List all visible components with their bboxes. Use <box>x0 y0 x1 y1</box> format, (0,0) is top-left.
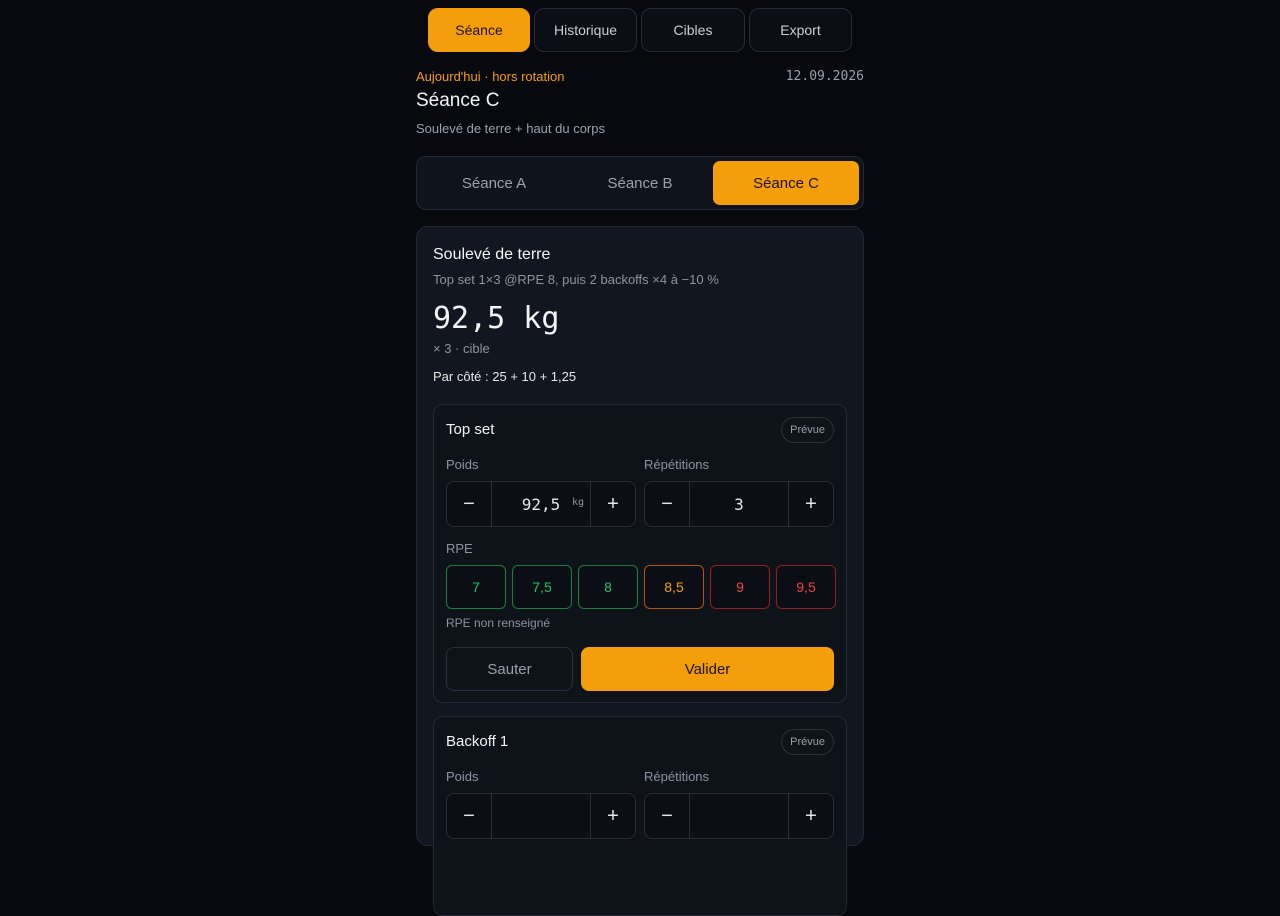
validate-button[interactable]: Valider <box>581 647 834 691</box>
reps-increment-button[interactable]: + <box>788 482 833 526</box>
reps-increment-button[interactable]: + <box>788 794 833 838</box>
skip-button[interactable]: Sauter <box>446 647 573 691</box>
plus-icon: + <box>805 492 817 515</box>
rpe-note: RPE non renseigné <box>446 616 551 630</box>
rpe-option-8[interactable]: 8 <box>578 565 638 609</box>
plus-icon: + <box>607 492 619 515</box>
rpe-option-9[interactable]: 9 <box>710 565 770 609</box>
weight-label: Poids <box>446 769 479 784</box>
plus-icon: + <box>805 804 817 827</box>
reps-input[interactable] <box>690 794 788 838</box>
plate-breakdown: Par côté : 25 + 10 + 1,25 <box>433 369 577 384</box>
status-badge: Prévue <box>781 729 834 755</box>
minus-icon: − <box>661 492 673 515</box>
weight-input[interactable]: 92,5 kg <box>492 482 590 526</box>
rpe-option-7[interactable]: 7 <box>446 565 506 609</box>
reps-decrement-button[interactable]: − <box>645 794 690 838</box>
session-tab-c[interactable]: Séance C <box>713 161 859 205</box>
page-title: Séance C <box>416 90 500 111</box>
exercise-card: Soulevé de terre Top set 1×3 @RPE 8, pui… <box>416 226 864 916</box>
today-label: Aujourd'hui · hors rotation <box>416 69 565 84</box>
weight-decrement-button[interactable]: − <box>447 482 492 526</box>
rpe-option-8-5[interactable]: 8,5 <box>644 565 704 609</box>
minus-icon: − <box>463 804 475 827</box>
rpe-label: RPE <box>446 541 473 556</box>
weight-input[interactable] <box>492 794 590 838</box>
session-date: 12.09.2026 <box>785 69 864 84</box>
status-badge: Prévue <box>781 417 834 443</box>
rpe-selector: 7 7,5 8 8,5 9 9,5 <box>446 565 836 609</box>
reps-label: Répétitions <box>644 457 710 472</box>
set-card-top-set: Top set Prévue Poids − 92,5 kg + Répétit… <box>433 404 847 703</box>
weight-label: Poids <box>446 457 479 472</box>
reps-label: Répétitions <box>644 769 710 784</box>
nav-tab-seance[interactable]: Séance <box>428 8 530 52</box>
nav-tab-cibles[interactable]: Cibles <box>641 8 745 52</box>
exercise-name: Soulevé de terre <box>433 246 551 263</box>
target-weight: 92,5 kg <box>433 301 560 336</box>
set-card-backoff-1: Backoff 1 Prévue Poids − + Répétitions −… <box>433 716 847 916</box>
reps-decrement-button[interactable]: − <box>645 482 690 526</box>
rpe-option-7-5[interactable]: 7,5 <box>512 565 572 609</box>
exercise-scheme: Top set 1×3 @RPE 8, puis 2 backoffs ×4 à… <box>433 272 719 287</box>
weight-increment-button[interactable]: + <box>590 794 635 838</box>
weight-value: 92,5 <box>521 494 561 514</box>
set-title: Top set <box>446 421 495 438</box>
weight-increment-button[interactable]: + <box>590 482 635 526</box>
minus-icon: − <box>661 804 673 827</box>
session-tab-b[interactable]: Séance B <box>567 161 713 205</box>
session-selector: Séance A Séance B Séance C <box>416 156 864 210</box>
weight-stepper: − 92,5 kg + <box>446 481 636 527</box>
minus-icon: − <box>463 492 475 515</box>
reps-input[interactable]: 3 <box>690 482 788 526</box>
rpe-option-9-5[interactable]: 9,5 <box>776 565 836 609</box>
set-title: Backoff 1 <box>446 733 509 750</box>
session-meta: Aujourd'hui · hors rotation 12.09.2026 <box>416 69 864 87</box>
session-description: Soulevé de terre + haut du corps <box>416 121 605 136</box>
plus-icon: + <box>607 804 619 827</box>
reps-stepper: − 3 + <box>644 481 834 527</box>
weight-unit: kg <box>571 497 584 508</box>
main-nav: Séance Historique Cibles Export <box>428 8 852 52</box>
reps-value: 3 <box>734 494 744 514</box>
target-reps: × 3 · cible <box>433 341 490 356</box>
weight-decrement-button[interactable]: − <box>447 794 492 838</box>
nav-tab-export[interactable]: Export <box>749 8 852 52</box>
session-tab-a[interactable]: Séance A <box>421 161 567 205</box>
nav-tab-historique[interactable]: Historique <box>534 8 637 52</box>
